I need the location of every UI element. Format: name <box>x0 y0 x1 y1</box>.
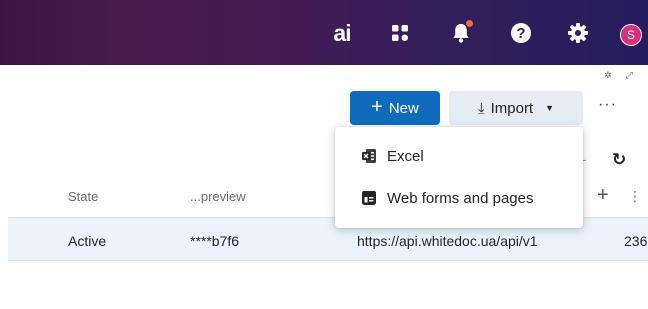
menu-item-label: Excel <box>387 147 424 165</box>
menu-item-excel[interactable]: Excel <box>335 139 583 173</box>
expand-icon[interactable]: ⤢ <box>626 70 633 80</box>
bell-icon[interactable] <box>448 20 474 46</box>
new-button[interactable]: + New <box>350 91 440 125</box>
top-bar: ai ? S <box>0 0 648 65</box>
settings-small-icon[interactable]: ✲ <box>604 70 612 80</box>
column-header-preview[interactable]: ...preview <box>190 189 246 204</box>
gear-icon[interactable] <box>565 20 591 46</box>
cell-url: https://api.whitedoc.ua/api/v1 <box>357 233 538 249</box>
add-column-icon[interactable]: + <box>597 184 609 207</box>
avatar[interactable]: S <box>620 24 642 46</box>
refresh-icon[interactable]: ↻ <box>612 150 626 170</box>
more-vertical-icon[interactable]: ⋮ <box>628 188 642 205</box>
import-button[interactable]: ⤓ Import ▼ <box>449 91 583 125</box>
plus-icon: + <box>371 96 383 118</box>
ai-logo[interactable]: ai <box>327 20 357 46</box>
menu-item-web-forms[interactable]: Web forms and pages <box>335 181 583 215</box>
notification-dot <box>466 20 473 27</box>
menu-item-label: Web forms and pages <box>387 189 534 207</box>
column-header-state[interactable]: State <box>68 189 98 204</box>
chevron-down-icon: ▼ <box>545 103 555 113</box>
cell-state: Active <box>68 233 107 249</box>
more-options-button[interactable]: ··· <box>598 96 617 114</box>
download-icon: ⤓ <box>477 99 485 117</box>
panel-controls: ✲ ⤢ <box>604 70 633 80</box>
apps-icon[interactable] <box>387 20 413 46</box>
import-button-label: Import <box>490 99 534 117</box>
web-form-icon <box>361 190 377 206</box>
help-icon[interactable]: ? <box>508 20 534 46</box>
new-button-label: New <box>388 99 419 117</box>
cell-preview: ****b7f6 <box>190 233 240 249</box>
cell-count: 236 <box>624 233 648 249</box>
excel-icon <box>361 148 377 164</box>
svg-text:?: ? <box>516 25 525 42</box>
